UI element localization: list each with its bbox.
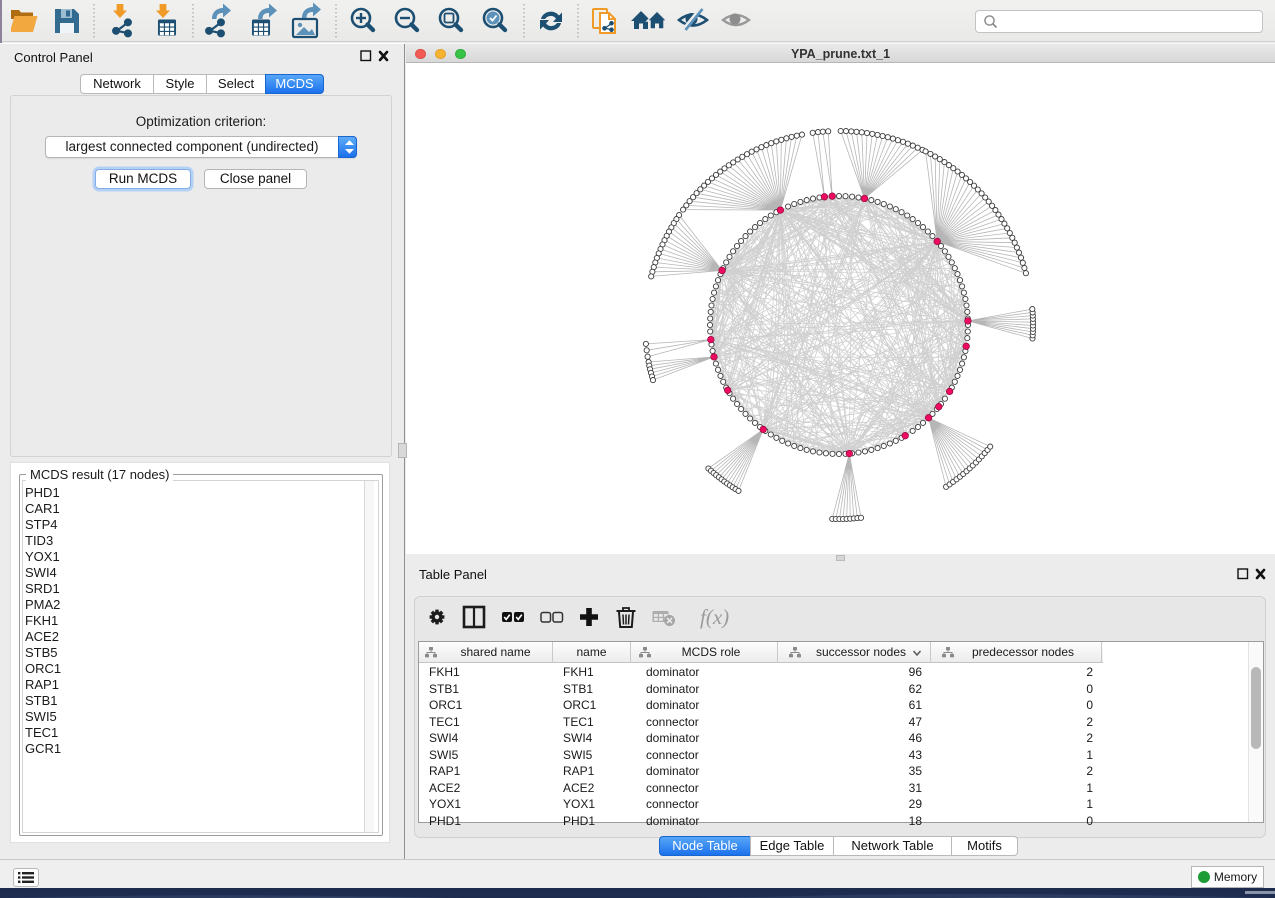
svg-text:f(x): f(x) [700,605,729,629]
